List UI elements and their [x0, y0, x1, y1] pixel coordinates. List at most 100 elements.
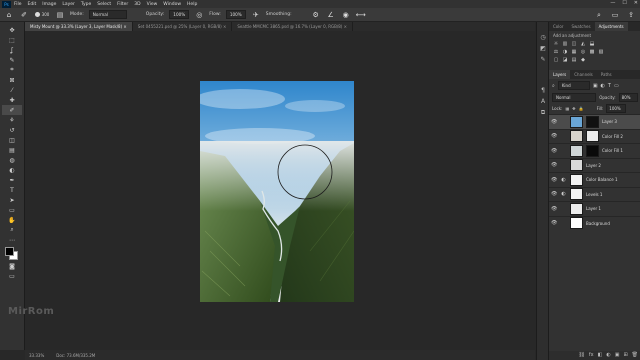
- layer-thumbnail[interactable]: [570, 202, 583, 215]
- layer-name[interactable]: Color Fill 2: [602, 134, 623, 139]
- brush-tool-icon[interactable]: ✐: [19, 10, 29, 20]
- pressure-size-icon[interactable]: ◉: [341, 10, 351, 20]
- layer-row[interactable]: 👁 Color Fill 1: [549, 143, 640, 158]
- visibility-eye-icon[interactable]: 👁: [551, 220, 557, 226]
- visibility-eye-icon[interactable]: 👁: [551, 119, 557, 125]
- color-lookup-icon[interactable]: ▩: [589, 49, 595, 55]
- menu-3d[interactable]: 3D: [134, 2, 140, 7]
- tab-swatches[interactable]: Swatches: [567, 22, 594, 31]
- visibility-eye-icon[interactable]: 👁: [551, 191, 557, 197]
- menu-layer[interactable]: Layer: [62, 2, 75, 7]
- gradient-icon[interactable]: ▤: [2, 145, 22, 155]
- dodge-icon[interactable]: ◐: [2, 165, 22, 175]
- eraser-icon[interactable]: ◫: [2, 135, 22, 145]
- menu-window[interactable]: Window: [163, 2, 181, 7]
- brush-preset-picker[interactable]: 300: [34, 10, 50, 20]
- exposure-icon[interactable]: ◭: [580, 41, 586, 47]
- marquee-icon[interactable]: ⬚: [2, 35, 22, 45]
- hand-icon[interactable]: ✋: [2, 215, 22, 225]
- tab-channels[interactable]: Channels: [570, 70, 597, 79]
- visibility-eye-icon[interactable]: 👁: [551, 162, 557, 168]
- smoothing-gear-icon[interactable]: ⚙: [311, 10, 321, 20]
- layer-row[interactable]: 👁 Layer 1: [549, 201, 640, 216]
- curves-icon[interactable]: ◫: [571, 41, 577, 47]
- crop-icon[interactable]: ⌗: [2, 65, 22, 75]
- history-brush-icon[interactable]: ↺: [2, 125, 22, 135]
- rectangle-icon[interactable]: ▭: [2, 205, 22, 215]
- layer-name[interactable]: Color Fill 1: [602, 148, 623, 153]
- canvas-workspace[interactable]: [25, 31, 535, 350]
- layer-thumbnail[interactable]: [570, 188, 583, 201]
- symmetry-icon[interactable]: ⟷: [356, 10, 366, 20]
- eyedropper-icon[interactable]: ⁄: [2, 85, 22, 95]
- layer-row[interactable]: 👁 Background: [549, 215, 640, 231]
- tab-layers[interactable]: Layers: [549, 70, 571, 79]
- fill-field[interactable]: 100%: [606, 104, 627, 113]
- brightness-contrast-icon[interactable]: ☼: [553, 41, 559, 47]
- layer-name[interactable]: Background: [586, 221, 610, 226]
- blur-icon[interactable]: ◍: [2, 155, 22, 165]
- black-white-icon[interactable]: ◑: [562, 49, 568, 55]
- share-icon[interactable]: ⇪: [626, 10, 636, 20]
- opacity-field[interactable]: 100%: [169, 10, 190, 19]
- tab-misty-mount[interactable]: Misty Mount @ 33.3% (Layer 3, Layer Mask…: [25, 22, 133, 31]
- clone-stamp-icon[interactable]: ⚘: [2, 115, 22, 125]
- layer-name[interactable]: Levels 1: [586, 192, 602, 197]
- visibility-eye-icon[interactable]: 👁: [551, 177, 557, 183]
- new-group-icon[interactable]: ▣: [615, 351, 620, 360]
- menu-image[interactable]: Image: [42, 2, 56, 7]
- trash-icon[interactable]: 🗑: [632, 351, 638, 360]
- maximize-button[interactable]: ☐: [622, 0, 626, 6]
- airbrush-icon[interactable]: ✈: [251, 10, 261, 20]
- filter-adjustment-icon[interactable]: ◐: [601, 83, 605, 89]
- menu-edit[interactable]: Edit: [28, 2, 37, 7]
- layer-mask-thumbnail[interactable]: [586, 130, 599, 143]
- layer-thumbnail[interactable]: [570, 159, 583, 172]
- fx-icon[interactable]: fx: [589, 351, 594, 360]
- kind-filter-select[interactable]: Kind: [557, 81, 590, 90]
- layer-name[interactable]: Layer 1: [586, 206, 601, 211]
- posterize-icon[interactable]: ◪: [562, 57, 568, 63]
- channel-mixer-icon[interactable]: ◎: [580, 49, 586, 55]
- new-adjustment-icon[interactable]: ◐: [606, 351, 610, 360]
- new-layer-icon[interactable]: ⊞: [623, 351, 627, 360]
- selective-color-icon[interactable]: ◆: [580, 57, 586, 63]
- lock-all-icon[interactable]: 🔒: [579, 106, 584, 111]
- lasso-icon[interactable]: ʆ: [2, 45, 22, 55]
- layer-row[interactable]: 👁 ◐ Levels 1: [549, 186, 640, 202]
- screen-mode-icon[interactable]: ▭: [2, 271, 22, 281]
- tab-paths[interactable]: Paths: [597, 70, 616, 79]
- lock-pixels-icon[interactable]: ▦: [565, 106, 569, 111]
- photo-filter-icon[interactable]: ▦: [571, 49, 577, 55]
- mode-select[interactable]: Normal: [88, 10, 127, 19]
- close-button[interactable]: ✕: [634, 0, 638, 6]
- add-mask-icon[interactable]: ◧: [598, 351, 603, 360]
- doc-size[interactable]: Doc: 73.6M/335.2M: [56, 353, 95, 358]
- hue-saturation-icon[interactable]: ▧: [598, 49, 604, 55]
- zoom-level[interactable]: 33.33%: [29, 353, 44, 358]
- filter-pixel-icon[interactable]: ▣: [593, 83, 598, 89]
- flow-field[interactable]: 100%: [225, 10, 246, 19]
- levels-icon[interactable]: ▥: [562, 41, 568, 47]
- search-icon[interactable]: ⌕: [594, 10, 604, 20]
- quick-mask-icon[interactable]: ◙: [2, 261, 22, 271]
- brush-settings-icon[interactable]: ▤: [55, 10, 65, 20]
- filter-shape-icon[interactable]: ▭: [614, 83, 619, 89]
- visibility-eye-icon[interactable]: 👁: [551, 133, 557, 139]
- menu-select[interactable]: Select: [97, 2, 111, 7]
- home-icon[interactable]: ⌂: [4, 10, 14, 20]
- photoshop-logo[interactable]: Ps: [2, 0, 11, 8]
- layer-row[interactable]: 👁 Layer 3: [549, 114, 640, 129]
- lock-position-icon[interactable]: ✥: [572, 106, 575, 111]
- menu-view[interactable]: View: [147, 2, 158, 7]
- tab-color[interactable]: Color: [549, 22, 567, 31]
- tab-adjustments[interactable]: Adjustments: [594, 22, 628, 31]
- menu-filter[interactable]: Filter: [117, 2, 128, 7]
- tab-document-2[interactable]: Set 0455221.psd @ 25% (Layer 0, RGB/8) ×: [133, 22, 233, 31]
- color-balance-icon[interactable]: ⚖: [553, 49, 559, 55]
- layer-thumbnail[interactable]: [570, 173, 583, 186]
- move-icon[interactable]: ✥: [2, 25, 22, 35]
- tab-document-3[interactable]: Seattle MMCMC 3865.psd @ 16.7% (Layer 0,…: [232, 22, 353, 31]
- layer-mask-thumbnail[interactable]: [586, 144, 599, 157]
- healing-icon[interactable]: ✚: [2, 95, 22, 105]
